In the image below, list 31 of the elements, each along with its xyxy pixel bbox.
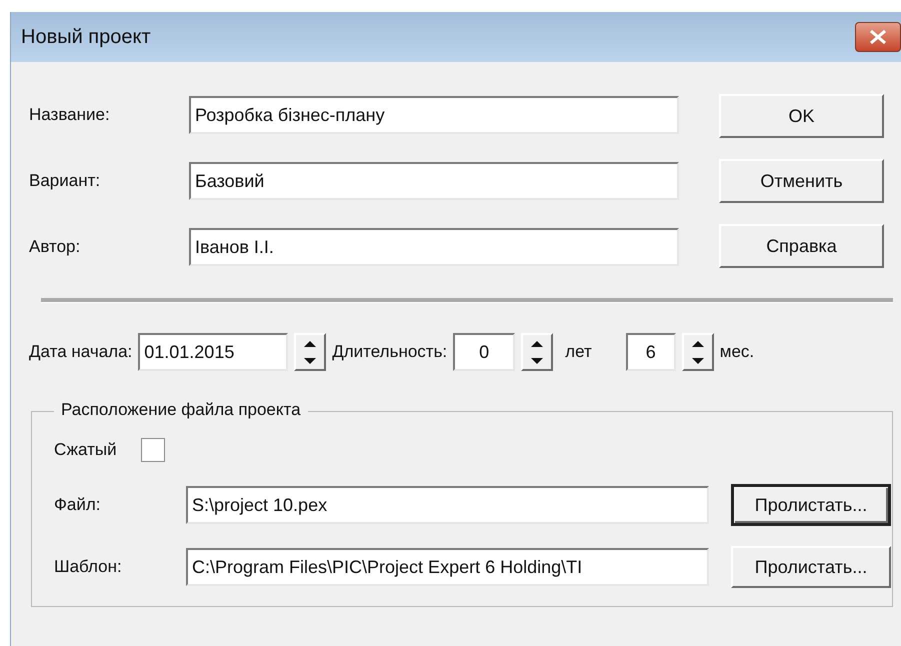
dialog-button[interactable]: Справка (719, 224, 884, 268)
unit-label: лет (565, 342, 592, 362)
input-field[interactable]: C:\Program Files\PIC\Project Expert 6 Holding\TI (186, 548, 709, 586)
spin-buttons[interactable] (521, 333, 554, 371)
number-field[interactable]: 6 (626, 333, 676, 371)
field-label: Файл: (54, 495, 102, 515)
spin-buttons[interactable] (682, 333, 714, 371)
checkbox-label: Сжатый (54, 440, 117, 460)
checkbox[interactable] (140, 438, 165, 462)
close-button[interactable] (855, 22, 901, 52)
unit-label: мес. (720, 342, 754, 362)
field-label: Название: (29, 105, 111, 125)
window-title: Новый проект (21, 26, 151, 48)
field-label: Вариант: (29, 171, 102, 191)
browse-button[interactable]: Пролистать... (731, 484, 891, 526)
group-title: Расположение файла проекта (54, 400, 308, 420)
close-icon (869, 30, 887, 44)
date-field[interactable]: 01.01.2015 (138, 333, 288, 371)
input-field[interactable]: Розробка бізнес-плану (189, 96, 679, 134)
spin-buttons[interactable] (294, 333, 326, 371)
number-field[interactable]: 0 (453, 333, 516, 371)
input-field[interactable]: Базовий (189, 162, 679, 200)
browse-button[interactable]: Пролистать... (731, 546, 891, 588)
input-field[interactable]: S:\project 10.pex (186, 486, 709, 524)
dialog-button[interactable]: OK (719, 94, 884, 138)
field-label: Длительность: (332, 342, 448, 362)
field-label: Автор: (29, 237, 82, 257)
input-field[interactable]: Іванов І.І. (189, 228, 679, 266)
field-label: Шаблон: (54, 557, 123, 577)
dialog-button[interactable]: Отменить (719, 159, 884, 203)
field-label: Дата начала: (29, 342, 132, 362)
